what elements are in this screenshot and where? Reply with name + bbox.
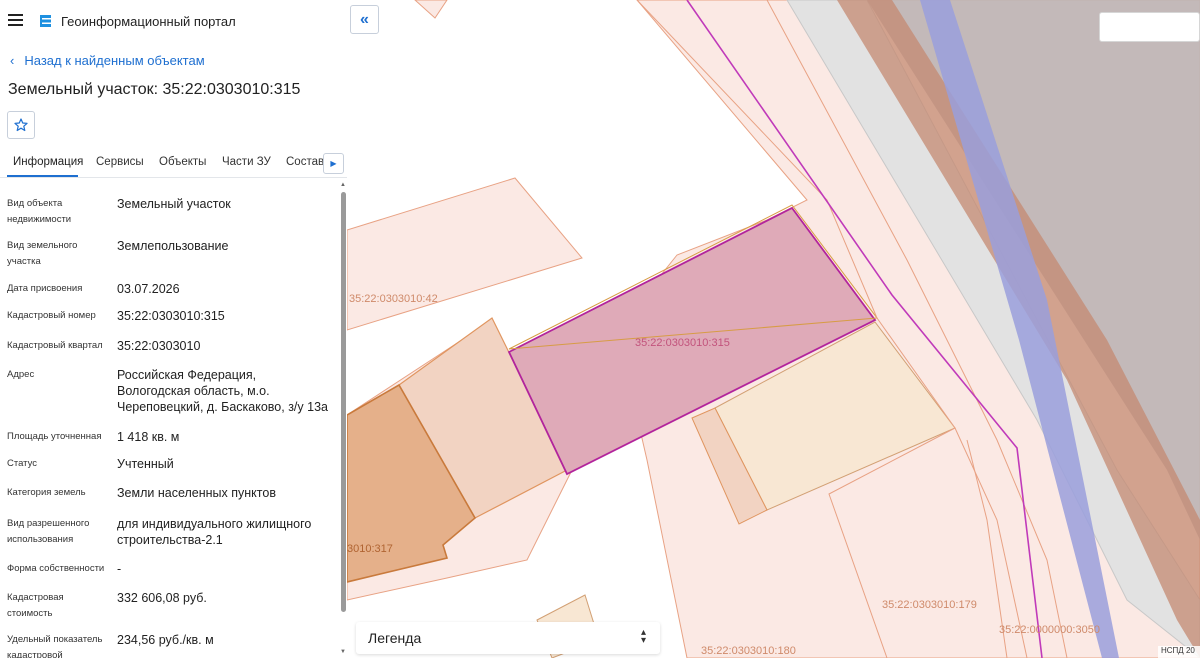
map-search-box[interactable] <box>1099 12 1200 42</box>
info-label: Форма собственности <box>7 563 105 574</box>
info-value: Учтенный <box>117 457 174 471</box>
legend-select[interactable]: Легенда ▴ ▾ <box>356 622 660 654</box>
info-value: 234,56 руб./кв. м <box>117 633 214 647</box>
info-value: Земельный участок <box>117 197 231 211</box>
map-label-42: 35:22:0303010:42 <box>349 293 438 305</box>
info-label: Удельный показатель кадастровой <box>7 634 103 658</box>
map-view[interactable]: 35:22:0303010:315 35:22:0303010:42 3010:… <box>347 0 1200 658</box>
scroll-up-arrow[interactable]: ▲ <box>339 181 347 189</box>
tab-services[interactable]: Сервисы <box>96 156 144 168</box>
menu-icon[interactable] <box>8 14 23 26</box>
map-attribution: НСПД 20 <box>1158 646 1200 658</box>
back-to-results-link[interactable]: ‹ Назад к найденным объектам <box>10 53 205 68</box>
info-label: Вид земельного участка <box>7 240 78 267</box>
info-value: Землепользование <box>117 239 229 253</box>
sidebar-panel: Геоинформационный портал ‹ Назад к найден… <box>0 0 347 658</box>
info-value: 35:22:0303010:315 <box>117 309 225 323</box>
info-value: 35:22:0303010 <box>117 339 201 353</box>
info-label: Статус <box>7 458 38 469</box>
tab-objects[interactable]: Объекты <box>159 156 206 168</box>
logo-icon <box>40 15 51 27</box>
info-label: Кадастровый квартал <box>7 340 103 351</box>
info-label: Кадастровый номер <box>7 310 96 321</box>
tab-composition[interactable]: Состав <box>286 156 324 168</box>
tabs-divider <box>0 177 347 178</box>
legend-label: Легенда <box>368 630 422 646</box>
triangle-right-icon: ▶ <box>330 159 337 168</box>
info-value: 1 418 кв. м <box>117 430 180 444</box>
info-label: Категория земель <box>7 487 86 498</box>
tab-information[interactable]: Информация <box>13 156 83 168</box>
star-icon <box>14 118 28 132</box>
map-label-3050: 35:22:0000000:3050 <box>999 624 1100 636</box>
info-label: Дата присвоения <box>7 283 83 294</box>
info-value: Земли населенных пунктов <box>117 486 276 500</box>
app-title: Геоинформационный портал <box>61 14 236 29</box>
info-label: Площадь уточненная <box>7 431 102 442</box>
info-label: Адрес <box>7 369 35 380</box>
app-root: 35:22:0303010:315 35:22:0303010:42 3010:… <box>0 0 1200 658</box>
page-title: Земельный участок: 35:22:0303010:315 <box>8 81 301 98</box>
map-label-selected: 35:22:0303010:315 <box>635 337 730 349</box>
info-label: Вид разрешенного использования <box>7 518 90 545</box>
map-canvas[interactable]: 35:22:0303010:315 35:22:0303010:42 3010:… <box>347 0 1200 658</box>
map-label-179: 35:22:0303010:179 <box>882 599 977 611</box>
tab-parts[interactable]: Части ЗУ <box>222 156 271 168</box>
scroll-down-arrow[interactable]: ▼ <box>339 648 347 656</box>
tab-bar: Информация Сервисы Объекты Части ЗУ Сост… <box>0 150 347 178</box>
collapse-panel-button[interactable]: « <box>350 5 379 34</box>
map-label-180: 35:22:0303010:180 <box>701 645 796 657</box>
favorite-button[interactable] <box>7 111 35 139</box>
info-value: для индивидуального жилищного строительс… <box>117 517 312 547</box>
info-label: Кадастровая стоимость <box>7 592 64 619</box>
info-value: 03.07.2026 <box>117 282 180 296</box>
info-value: - <box>117 562 122 576</box>
double-chevron-left-icon: « <box>360 10 369 28</box>
updown-chevron-icon: ▴ ▾ <box>640 627 646 646</box>
info-value: Российская Федерация, Вологодская област… <box>117 368 328 414</box>
tabs-scroll-right-button[interactable]: ▶ <box>323 153 344 174</box>
map-label-317: 3010:317 <box>347 543 393 555</box>
chevron-left-icon: ‹ <box>10 53 15 68</box>
back-link-label: Назад к найденным объектам <box>24 53 205 68</box>
info-label: Вид объекта недвижимости <box>7 198 72 225</box>
info-value: 332 606,08 руб. <box>117 591 207 605</box>
top-bar: Геоинформационный портал <box>0 0 347 42</box>
scrollbar-thumb[interactable] <box>341 192 346 612</box>
